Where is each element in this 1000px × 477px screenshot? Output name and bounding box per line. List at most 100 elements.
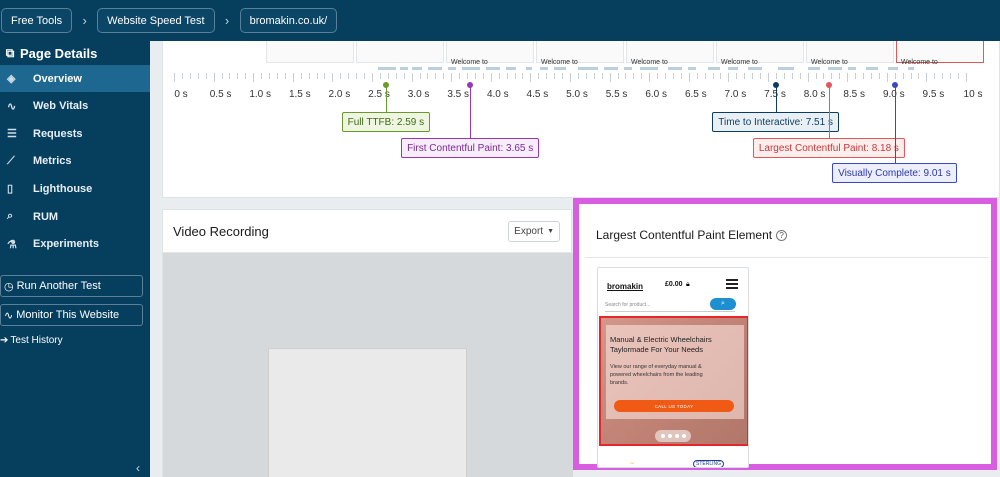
axis-tick [269, 73, 271, 79]
axis-tick [625, 73, 627, 79]
axis-tick [316, 73, 318, 79]
axis-tick [189, 73, 191, 79]
axis-tick-label: 9.5 s [922, 89, 945, 100]
speedometer-icon: ◷ [4, 280, 14, 293]
axis-tick [538, 73, 540, 79]
breadcrumb-free-tools[interactable]: Free Tools [1, 8, 73, 33]
axis-tick [720, 73, 722, 79]
axis-tick [530, 73, 532, 82]
axis-tick [847, 73, 849, 82]
run-another-test-button[interactable]: ◷ Run Another Test [0, 275, 143, 297]
filmstrip-frame-text: Welcome to [901, 59, 938, 66]
axis-tick-label: 8.5 s [843, 89, 866, 100]
metric-marker-line [470, 85, 472, 138]
axis-tick [585, 73, 587, 79]
axis-tick [213, 73, 215, 82]
axis-tick-label: 7.0 s [724, 89, 747, 100]
flask-icon: ⚗ [7, 238, 17, 251]
axis-tick [712, 73, 714, 79]
filmstrip-frame[interactable] [356, 41, 444, 63]
axis-tick [783, 73, 785, 79]
metric-marker-label[interactable]: Full TTFB: 2.59 s [341, 112, 431, 132]
axis-tick [467, 73, 469, 79]
axis-tick-label: 3.0 s [407, 89, 430, 100]
collapse-sidebar-icon[interactable]: ‹ [136, 461, 140, 475]
axis-tick [918, 73, 920, 79]
axis-tick [181, 73, 183, 79]
filmstrip-frame-text: Welcome to [631, 59, 668, 66]
monitor-website-button[interactable]: ∿ Monitor This Website [0, 304, 143, 326]
sidebar-item-overview[interactable]: ◈ Overview [0, 65, 150, 92]
axis-tick [308, 73, 310, 79]
help-icon[interactable]: ? [776, 229, 788, 241]
metric-marker-label[interactable]: Largest Contentful Paint: 8.18 s [752, 138, 905, 158]
axis-tick [474, 73, 476, 79]
axis-tick [364, 73, 366, 79]
axis-tick [427, 73, 429, 79]
test-history-link[interactable]: ➔ Test History [0, 335, 63, 346]
sidebar-item-rum[interactable]: ⌕ RUM [0, 203, 150, 230]
chart-line-icon: ⟋ [7, 154, 15, 167]
axis-tick-label: 4.5 s [526, 89, 549, 100]
axis-tick [688, 73, 690, 82]
request-activity-strip [378, 67, 978, 71]
axis-tick [839, 73, 841, 79]
axis-tick [958, 73, 960, 79]
axis-tick [878, 73, 880, 79]
axis-tick [482, 73, 484, 79]
arrow-right-icon: ➔ [0, 335, 9, 346]
axis-tick [633, 73, 635, 79]
axis-tick [760, 73, 762, 79]
lcp-element-panel: Largest Contentful Paint Element ? broma… [573, 198, 997, 470]
axis-tick [498, 73, 500, 79]
sidebar-item-label: Experiments [33, 238, 100, 251]
axis-tick [451, 73, 453, 82]
filmstrip-frame[interactable] [266, 41, 354, 63]
axis-tick [863, 73, 865, 79]
sidebar-item-lighthouse[interactable]: ▯ Lighthouse [0, 175, 150, 202]
export-dropdown[interactable]: Export ▼ [508, 221, 560, 242]
filmstrip-frame-text: Welcome to [721, 59, 758, 66]
axis-tick [570, 73, 571, 82]
axis-tick [601, 73, 603, 79]
sidebar-item-experiments[interactable]: ⚗ Experiments [0, 231, 150, 258]
metric-marker-label[interactable]: Time to Interactive: 7.51 s [712, 112, 839, 132]
breadcrumb-website-speed-test[interactable]: Website Speed Test [97, 8, 215, 33]
metric-marker-label[interactable]: First Contentful Paint: 3.65 s [401, 138, 540, 158]
video-player[interactable] [163, 253, 573, 477]
lcp-highlighted-element: Manual & Electric Wheelchairs Taylormade… [599, 316, 748, 446]
axis-tick [229, 73, 231, 79]
lighthouse-icon: ▯ [7, 183, 14, 196]
axis-tick [870, 73, 872, 79]
list-icon: ☰ [7, 128, 17, 141]
lcp-panel-header: Largest Contentful Paint Element ? [585, 213, 989, 258]
carousel-dots [655, 430, 691, 442]
axis-tick-label: 10 s [963, 89, 983, 100]
axis-tick-label: 6.0 s [645, 89, 668, 100]
axis-tick [744, 73, 746, 79]
lcp-panel-title: Largest Contentful Paint Element [596, 228, 773, 242]
sidebar-item-web-vitals[interactable]: ∿ Web Vitals [0, 93, 150, 120]
axis-tick-label: 1.0 s [249, 89, 272, 100]
filmstrip-frame-text: Welcome to [541, 59, 578, 66]
breadcrumb-url[interactable]: bromakin.co.uk/ [239, 8, 338, 33]
metric-marker-label[interactable]: Visually Complete: 9.01 s [832, 163, 957, 183]
axis-tick [443, 73, 445, 79]
axis-tick [253, 73, 255, 82]
axis-tick [775, 73, 777, 79]
sidebar-item-metrics[interactable]: ⟋ Metrics [0, 148, 150, 175]
axis-tick [657, 73, 659, 79]
axis-tick [245, 73, 247, 79]
pulse-icon: ∿ [4, 309, 14, 322]
brand-logo-icon: ⌣ [630, 460, 635, 467]
sidebar-item-requests[interactable]: ☰ Requests [0, 120, 150, 147]
axis-tick [562, 73, 564, 79]
axis-tick [807, 73, 809, 82]
axis-tick [237, 73, 239, 79]
axis-tick [221, 73, 223, 79]
axis-tick [680, 73, 682, 79]
metric-marker-line [828, 85, 830, 138]
pulse-icon: ∿ [7, 100, 17, 113]
axis-tick [886, 73, 888, 82]
axis-tick [419, 73, 421, 79]
